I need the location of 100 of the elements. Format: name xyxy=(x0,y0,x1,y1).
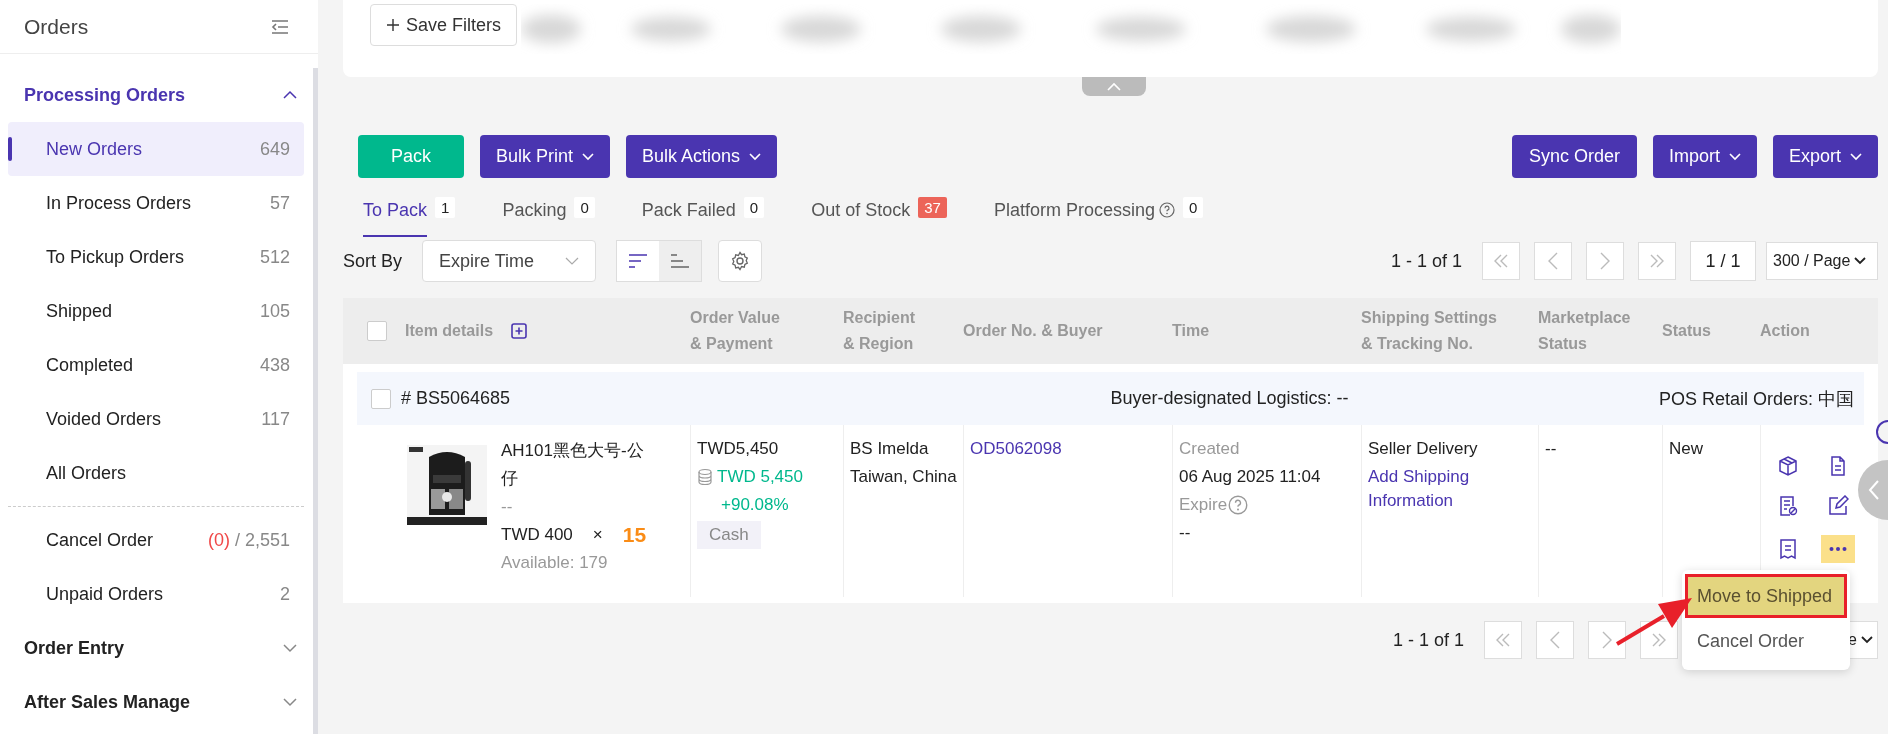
action-button[interactable]: Export xyxy=(1772,135,1878,178)
order-value: TWD5,450 xyxy=(697,438,780,460)
more-actions-button[interactable] xyxy=(1821,535,1855,563)
help-icon xyxy=(1228,495,1249,515)
menu-item[interactable]: Cancel Order xyxy=(1685,622,1847,660)
status-tab[interactable]: To Pack xyxy=(363,197,428,237)
settings-icon xyxy=(730,251,751,271)
sidebar-item[interactable]: Voided Orders 117 xyxy=(8,392,304,446)
status-tab[interactable]: Platform Processing xyxy=(993,197,1175,221)
order-id: # BS5064685 xyxy=(401,388,511,409)
sidebar-item[interactable]: Unpaid Orders 2 xyxy=(8,567,304,621)
sort-descending-button[interactable] xyxy=(617,241,660,281)
sidebar-item[interactable]: New Orders 649 xyxy=(8,122,304,176)
chevron-up-icon xyxy=(1106,81,1122,92)
edit-icon[interactable] xyxy=(1827,495,1849,517)
column-header: Action xyxy=(1760,321,1810,341)
column-header: Shipping Settings & Tracking No. xyxy=(1361,308,1497,354)
sidebar-item[interactable]: Cancel Order (0) / 2,551 xyxy=(8,513,304,567)
sidebar-item[interactable]: All Orders xyxy=(8,446,304,500)
count-badge: 37 xyxy=(918,197,947,218)
status-tab[interactable]: Pack Failed xyxy=(641,197,736,221)
action-button[interactable]: Import xyxy=(1652,135,1757,178)
sort-lines-icon xyxy=(628,254,649,268)
sort-select[interactable]: Expire Time xyxy=(422,240,597,282)
sidebar-item[interactable]: To Pickup Orders 512 xyxy=(8,230,304,284)
action-button[interactable]: Sync Order xyxy=(1511,135,1637,178)
recipient-region: Taiwan, China xyxy=(850,466,957,488)
order-checkbox[interactable] xyxy=(371,388,391,409)
stock-available: Available: 179 xyxy=(501,552,609,574)
sort-label: Sort By xyxy=(343,250,403,272)
count-badge: 1 xyxy=(435,197,456,218)
menu-group[interactable]: After Sales Manage xyxy=(8,675,304,729)
order-number-link[interactable]: OD5062098 xyxy=(970,437,1166,461)
chevron-down-icon xyxy=(282,643,298,653)
quantity: 15 xyxy=(622,522,647,548)
column-header: Item details xyxy=(405,321,494,341)
caret-down-icon xyxy=(749,152,762,161)
menu-group[interactable]: Order Entry xyxy=(8,621,304,675)
collapse-menu-icon[interactable] xyxy=(270,18,290,35)
paid-amount: TWD 5,450 xyxy=(717,466,803,488)
document-cancel-icon[interactable] xyxy=(1777,495,1799,517)
help-icon xyxy=(1158,202,1175,218)
column-header: Time xyxy=(1172,321,1210,341)
caret-down-icon xyxy=(1854,257,1867,265)
count-badge: 0 xyxy=(1182,197,1204,218)
chevron-right-icon xyxy=(1599,252,1611,270)
settings-button[interactable] xyxy=(718,240,763,282)
sidebar-title: Orders xyxy=(24,14,89,39)
product-variant: -- xyxy=(501,496,514,518)
count-badge: 0 xyxy=(743,197,765,218)
chevron-right-icon xyxy=(1601,631,1613,649)
more-icon xyxy=(1829,547,1847,551)
double-chevron-right-icon xyxy=(1651,633,1667,647)
caret-down-icon xyxy=(1850,152,1862,161)
product-name: AH101黑色大号-公仔 xyxy=(501,440,645,490)
page-range: 1 - 1 of 1 xyxy=(1390,250,1462,272)
page-input[interactable]: 1 / 1 xyxy=(1690,241,1756,281)
shipping-method: Seller Delivery xyxy=(1368,438,1479,460)
double-chevron-left-icon xyxy=(1493,254,1509,268)
marketplace-status: -- xyxy=(1545,438,1558,460)
chevron-left-icon xyxy=(1547,252,1559,270)
chevron-left-icon xyxy=(1549,631,1561,649)
page-size-select[interactable]: 300 / Page xyxy=(1766,242,1878,280)
sidebar-item[interactable]: Completed 438 xyxy=(8,338,304,392)
expand-icon[interactable] xyxy=(511,323,528,339)
last-page-button[interactable] xyxy=(1640,621,1678,659)
next-page-button[interactable] xyxy=(1588,621,1626,659)
caret-down-icon xyxy=(582,152,595,161)
add-shipping-link[interactable]: Add Shipping Information xyxy=(1368,465,1532,513)
created-time: 06 Aug 2025 11:04 xyxy=(1179,466,1322,488)
column-header: Order Value & Payment xyxy=(690,308,780,354)
menu-group[interactable]: Processing Orders xyxy=(8,68,304,122)
receipt-icon[interactable] xyxy=(1777,538,1799,560)
column-header: Status xyxy=(1662,321,1711,341)
order-source: POS Retail Orders: 中国 xyxy=(1658,387,1854,411)
status-tab[interactable]: Packing xyxy=(502,197,567,221)
chevron-left-icon xyxy=(1868,479,1880,501)
sort-ascending-button[interactable] xyxy=(659,241,702,281)
logistics-info: Buyer-designated Logistics: -- xyxy=(1110,388,1349,409)
menu-item[interactable]: Move to Shipped xyxy=(1685,574,1847,618)
status-tab[interactable]: Out of Stock xyxy=(811,197,911,221)
chevron-up-icon xyxy=(282,90,298,100)
save-filters-button[interactable]: Save Filters xyxy=(370,4,518,46)
package-icon[interactable] xyxy=(1777,455,1799,477)
expire-time: -- xyxy=(1179,522,1192,544)
multiply-sign: × xyxy=(592,524,603,546)
caret-down-icon xyxy=(1861,636,1873,644)
payment-method-tag: Cash xyxy=(697,521,761,549)
action-button[interactable]: Bulk Actions xyxy=(626,135,778,178)
sidebar-item[interactable]: Shipped 105 xyxy=(8,284,304,338)
double-chevron-right-icon xyxy=(1649,254,1665,268)
unit-price: TWD 400 xyxy=(501,524,573,546)
double-chevron-left-icon xyxy=(1495,633,1511,647)
sidebar-item[interactable]: In Process Orders 57 xyxy=(8,176,304,230)
chevron-down-icon xyxy=(565,257,580,265)
action-button[interactable]: Bulk Print xyxy=(480,135,611,178)
order-status: New xyxy=(1669,438,1704,460)
created-label: Created xyxy=(1179,438,1241,460)
select-all-checkbox[interactable] xyxy=(367,321,387,341)
profit-margin: +90.08% xyxy=(720,494,790,516)
